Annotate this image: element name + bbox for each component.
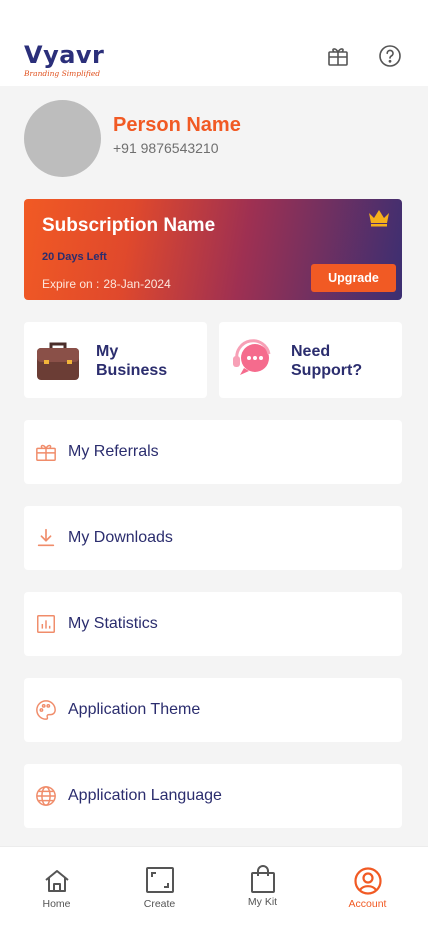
support-headset-icon <box>233 339 271 375</box>
need-support-line2: Support? <box>291 362 363 379</box>
download-icon <box>37 528 55 547</box>
logo-text: Vyavr <box>24 41 105 69</box>
days-left: 20 Days Left <box>42 251 107 263</box>
avatar[interactable] <box>24 100 101 177</box>
expire-date: 28-Jan-2024 <box>103 277 171 291</box>
logo-tagline: Branding Simplified <box>24 69 101 78</box>
nav-label: Account <box>348 898 387 910</box>
briefcase-icon <box>37 342 79 380</box>
nav-label: My Kit <box>247 896 278 908</box>
my-business-line2: Business <box>96 362 168 379</box>
profile-name: Person Name <box>113 114 241 136</box>
gift-icon <box>36 444 56 461</box>
shopping-bag-icon <box>251 865 275 893</box>
create-icon <box>146 867 174 893</box>
nav-home[interactable]: Home <box>3 847 110 926</box>
menu-item-label: My Statistics <box>68 615 158 632</box>
my-business-tile[interactable]: My Business <box>24 322 207 398</box>
nav-label: Home <box>42 898 71 910</box>
menu-item-my-statistics[interactable]: My Statistics <box>24 592 402 656</box>
need-support-tile[interactable]: Need Support? <box>219 322 402 398</box>
expire-info: Expire on :28-Jan-2024 <box>42 277 171 291</box>
crown-icon <box>369 210 389 227</box>
home-icon <box>45 870 69 892</box>
menu-item-my-referrals[interactable]: My Referrals <box>24 420 402 484</box>
chart-icon <box>37 615 55 633</box>
subscription-name: Subscription Name <box>42 215 216 236</box>
upgrade-button[interactable]: Upgrade <box>311 264 396 292</box>
menu-item-application-language[interactable]: Application Language <box>24 764 402 828</box>
gift-icon[interactable] <box>326 44 350 68</box>
account-icon <box>354 867 382 895</box>
menu-item-label: My Downloads <box>68 529 173 546</box>
palette-icon <box>36 700 56 720</box>
menu-item-label: My Referrals <box>68 443 159 460</box>
menu-item-label: Application Theme <box>68 701 201 718</box>
nav-create[interactable]: Create <box>106 847 213 926</box>
menu-item-my-downloads[interactable]: My Downloads <box>24 506 402 570</box>
subscription-card: Subscription Name 20 Days Left Expire on… <box>24 199 402 300</box>
need-support-line1: Need <box>291 343 331 360</box>
nav-my-kit[interactable]: My Kit <box>209 847 316 926</box>
profile-phone: +91 9876543210 <box>113 140 219 156</box>
menu-item-label: Application Language <box>68 787 222 804</box>
need-support-label: Need Support? <box>291 342 362 380</box>
expire-label: Expire on : <box>42 277 100 291</box>
nav-label: Create <box>143 898 176 910</box>
help-circle-icon[interactable] <box>378 44 402 68</box>
globe-icon <box>36 786 56 806</box>
nav-account[interactable]: Account <box>314 847 421 926</box>
my-business-label: My Business <box>96 342 167 380</box>
my-business-line1: My <box>96 343 119 360</box>
app-header: Vyavr Branding Simplified <box>0 0 428 86</box>
menu-item-application-theme[interactable]: Application Theme <box>24 678 402 742</box>
bottom-nav: Home Create My Kit Account <box>0 846 428 926</box>
app-logo[interactable]: Vyavr Branding Simplified <box>24 42 104 78</box>
